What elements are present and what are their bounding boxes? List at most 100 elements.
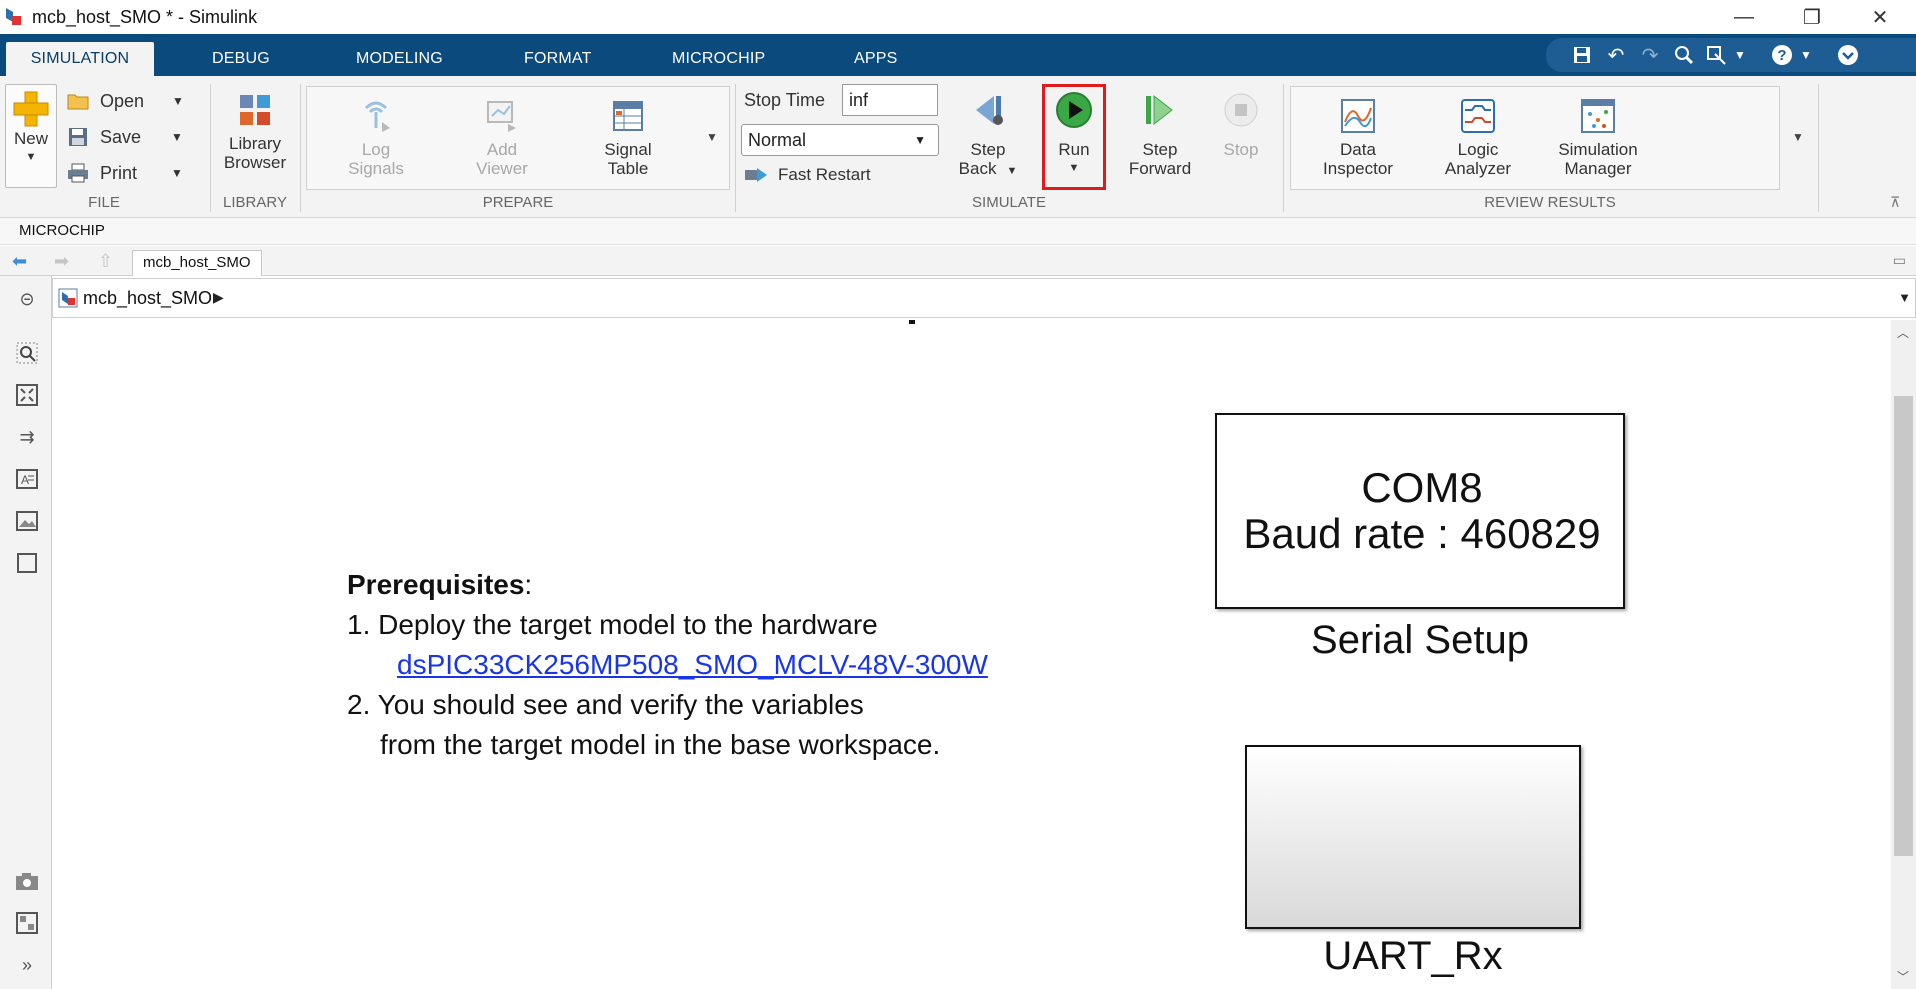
stop-icon	[1221, 90, 1261, 130]
simulation-manager-icon	[1578, 96, 1618, 136]
signal-routing-icon[interactable]: ⇉	[14, 424, 40, 450]
step-back-icon	[968, 90, 1008, 130]
maximize-button[interactable]: ❐	[1778, 0, 1846, 34]
annotation-icon[interactable]: A	[14, 466, 40, 492]
open-button[interactable]: Open ▼	[66, 86, 184, 116]
serial-port-label: COM8	[1361, 464, 1483, 511]
simulink-app-icon	[6, 8, 21, 25]
collapse-toolstrip-icon[interactable]: ⊼	[1890, 194, 1900, 211]
zoom-in-icon[interactable]	[14, 340, 40, 366]
serial-setup-block[interactable]: COM8 Baud rate : 460829	[1215, 413, 1625, 609]
camera-icon[interactable]	[14, 868, 40, 894]
tab-debug[interactable]: DEBUG	[196, 42, 286, 76]
chevron-down-icon: ▼	[1006, 165, 1018, 177]
prerequisites-annotation: Prerequisites: 1. Deploy the target mode…	[347, 565, 988, 765]
baud-rate-label: Baud rate : 460829	[1243, 510, 1601, 557]
logic-analyzer-button[interactable]: Logic Analyzer	[1432, 96, 1524, 178]
scroll-down-icon[interactable]: ﹀	[1897, 968, 1909, 985]
scrollbar-thumb[interactable]	[1894, 396, 1913, 856]
save-icon[interactable]	[1568, 41, 1596, 69]
data-inspector-button[interactable]: Data Inspector	[1312, 96, 1404, 178]
review-gallery-expand-icon[interactable]: ▼	[1792, 130, 1804, 144]
chevron-right-icon[interactable]: ▶	[213, 289, 224, 306]
group-divider	[300, 84, 301, 212]
browser-toggle-icon[interactable]: ▭	[1893, 252, 1906, 269]
group-label-prepare: PREPARE	[482, 194, 554, 211]
tab-simulation[interactable]: SIMULATION	[6, 42, 154, 76]
tab-format[interactable]: FORMAT	[508, 42, 608, 76]
stop-time-label: Stop Time	[744, 90, 826, 110]
fast-restart-button[interactable]: Fast Restart	[744, 160, 871, 190]
uart-rx-block[interactable]	[1245, 745, 1581, 929]
new-plus-icon	[13, 91, 49, 127]
expand-toolbar-icon[interactable]: »	[14, 952, 40, 978]
chevron-down-icon[interactable]: ▼	[1898, 290, 1911, 305]
title-bar: mcb_host_SMO * - Simulink — ❐ ✕	[0, 0, 1916, 34]
run-button-highlight	[1042, 84, 1106, 190]
printer-icon	[66, 161, 90, 185]
stop-time-input[interactable]: inf	[842, 84, 938, 116]
signal-line-stub	[909, 320, 915, 324]
target-model-link[interactable]: dsPIC33CK256MP508_SMO_MCLV-48V-300W	[397, 649, 988, 680]
tab-apps[interactable]: APPS	[838, 42, 914, 76]
tab-microchip[interactable]: MICROCHIP	[656, 42, 781, 76]
group-divider	[1818, 84, 1819, 212]
chevron-down-icon: ▼	[171, 130, 183, 144]
canvas-left-toolbar: ⊝ ⇉ A »	[0, 276, 52, 989]
svg-text:?: ?	[1777, 47, 1786, 64]
collapse-ribbon-icon[interactable]	[1834, 41, 1862, 69]
group-label-simulate: SIMULATE	[972, 194, 1046, 211]
fit-to-view-icon[interactable]	[14, 382, 40, 408]
chevron-down-icon: ▼	[171, 166, 183, 180]
scroll-up-icon[interactable]: ︿	[1897, 324, 1909, 341]
simulation-manager-button[interactable]: Simulation Manager	[1548, 96, 1648, 178]
step-back-button[interactable]: Step Back ▼	[958, 90, 1018, 181]
up-arrow-icon[interactable]: ⇧	[98, 251, 113, 272]
model-navigation-bar: ⬅ ➡ ⇧ mcb_host_SMO ▭	[0, 246, 1916, 276]
group-label-review-results: REVIEW RESULTS	[1484, 194, 1616, 211]
hide-browser-icon[interactable]: ⊝	[14, 286, 40, 312]
tab-modeling[interactable]: MODELING	[340, 42, 459, 76]
image-icon[interactable]	[14, 508, 40, 534]
prerequisite-step-2: 2. You should see and verify the variabl…	[347, 689, 864, 720]
step-forward-button[interactable]: Step Forward	[1122, 90, 1198, 178]
ribbon: New ▼ Open ▼ Save ▼ Print ▼ FILE Library	[0, 76, 1916, 218]
add-viewer-button[interactable]: Add Viewer	[462, 96, 542, 178]
add-viewer-icon	[482, 96, 522, 136]
chevron-down-icon[interactable]: ▼	[1726, 41, 1754, 69]
undo-icon[interactable]: ↶	[1602, 41, 1630, 69]
area-icon[interactable]	[14, 550, 40, 576]
group-divider	[735, 84, 736, 212]
library-browser-icon	[235, 90, 275, 130]
model-tab[interactable]: mcb_host_SMO	[132, 250, 262, 276]
log-signals-button[interactable]: Log Signals	[336, 96, 416, 178]
stop-button[interactable]: Stop	[1216, 90, 1266, 159]
library-browser-button[interactable]: Library Browser	[218, 90, 292, 172]
save-icon	[66, 125, 90, 149]
chevron-down-icon[interactable]: ▼	[1792, 41, 1820, 69]
model-canvas[interactable]: Prerequisites: 1. Deploy the target mode…	[53, 320, 1891, 989]
data-inspector-icon	[1338, 96, 1378, 136]
prerequisites-title: Prerequisites	[347, 569, 525, 600]
back-arrow-icon[interactable]: ⬅	[12, 251, 27, 272]
signal-table-button[interactable]: Signal Table	[588, 96, 668, 178]
save-button[interactable]: Save ▼	[66, 122, 183, 152]
new-button[interactable]: New ▼	[5, 84, 57, 188]
logic-analyzer-icon	[1458, 96, 1498, 136]
prepare-gallery-expand-icon[interactable]: ▼	[706, 130, 718, 144]
redo-icon[interactable]: ↷	[1636, 41, 1664, 69]
print-button[interactable]: Print ▼	[66, 158, 183, 188]
chevron-down-icon: ▼	[172, 94, 184, 108]
search-icon[interactable]	[1670, 41, 1698, 69]
vertical-scrollbar[interactable]: ︿ ﹀	[1891, 320, 1916, 989]
simulation-mode-select[interactable]: Normal ▼	[741, 124, 939, 156]
model-icon	[58, 288, 78, 308]
minimize-button[interactable]: —	[1710, 0, 1778, 34]
forward-arrow-icon[interactable]: ➡	[54, 251, 69, 272]
group-divider	[210, 84, 211, 212]
ribbon-tab-bar: SIMULATION DEBUG MODELING FORMAT MICROCH…	[0, 34, 1916, 76]
microchip-strip-label: MICROCHIP	[19, 222, 105, 239]
property-inspector-icon[interactable]	[14, 910, 40, 936]
close-button[interactable]: ✕	[1846, 0, 1914, 34]
breadcrumb-model-name[interactable]: mcb_host_SMO	[83, 288, 212, 309]
